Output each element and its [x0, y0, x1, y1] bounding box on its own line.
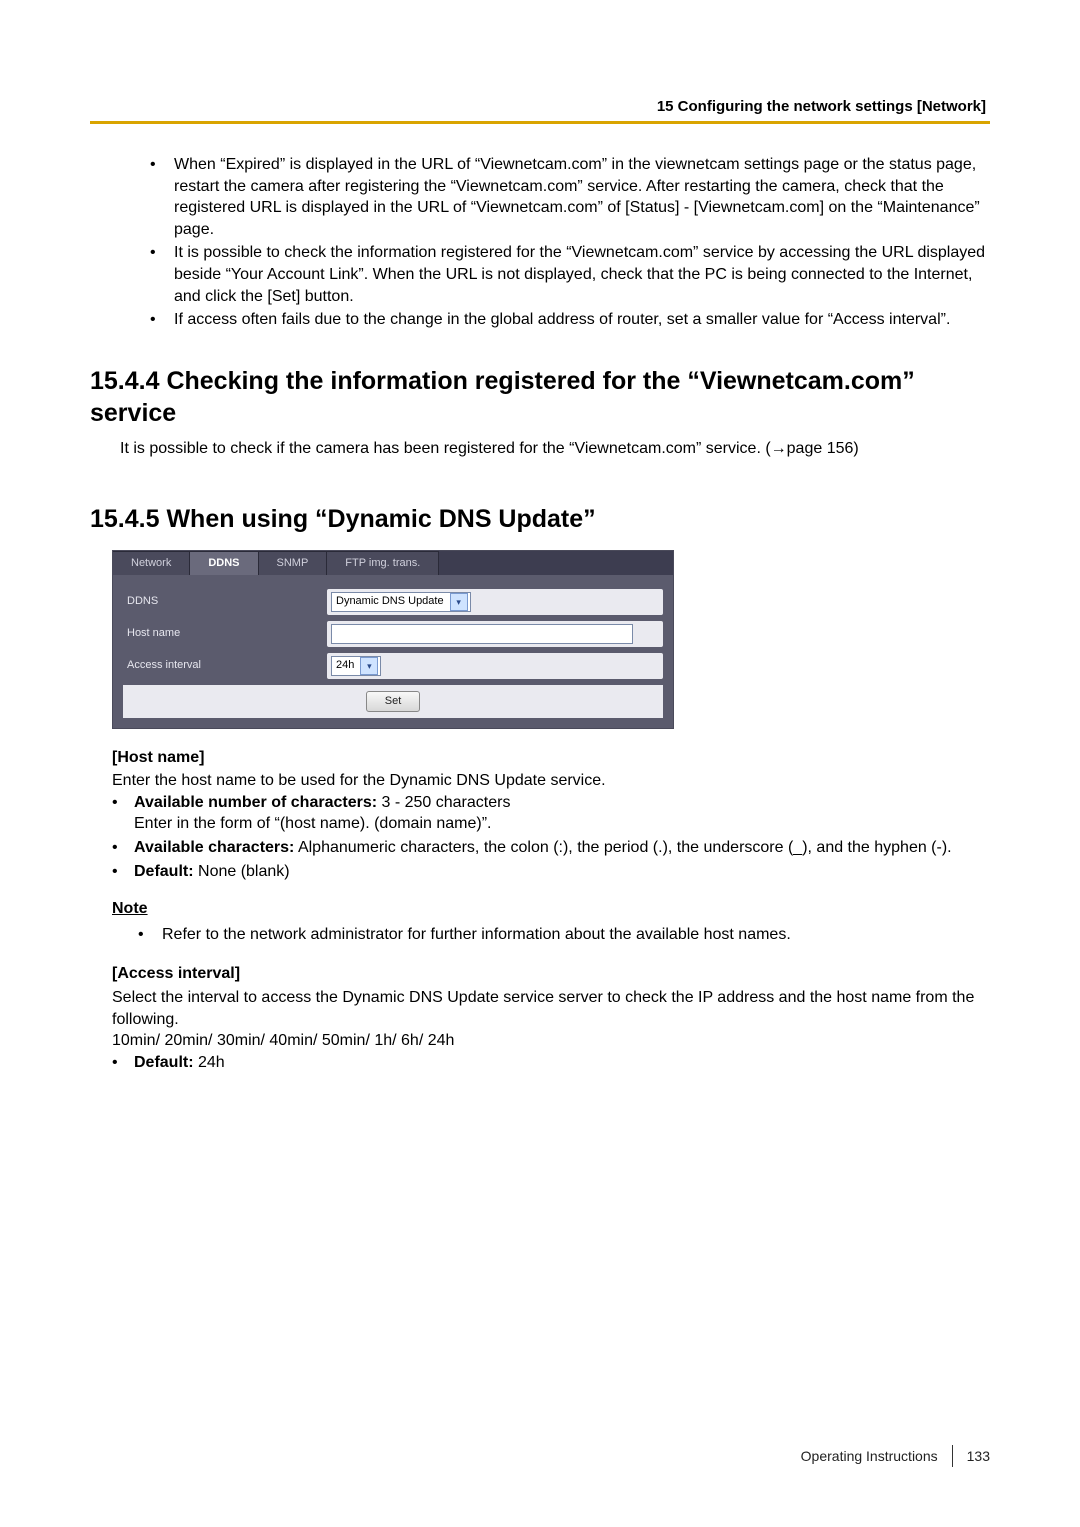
ddns-select[interactable]: Dynamic DNS Update ▾: [331, 592, 471, 612]
tab-ddns[interactable]: DDNS: [190, 551, 258, 575]
access-interval-desc: Select the interval to access the Dynami…: [112, 987, 990, 1030]
header-rule: [90, 121, 990, 124]
footer-doc-title: Operating Instructions: [801, 1448, 938, 1464]
set-button[interactable]: Set: [366, 691, 421, 712]
hostname-bullet: Default: None (blank): [112, 861, 990, 883]
bold-label: Default:: [134, 863, 194, 880]
hostname-bullet: Available number of characters: 3 - 250 …: [112, 792, 990, 835]
section-1544-para: It is possible to check if the camera ha…: [120, 438, 990, 460]
bold-label: Available number of characters:: [134, 794, 377, 811]
bullet-rest: None (blank): [194, 863, 290, 880]
tab-network[interactable]: Network: [113, 551, 190, 575]
access-interval-bullets: Default: 24h: [90, 1052, 990, 1074]
bullet-line2: Enter in the form of “(host name). (doma…: [134, 815, 491, 832]
ddns-select-value: Dynamic DNS Update: [336, 594, 444, 609]
hostname-bullet: Available characters: Alphanumeric chara…: [112, 837, 990, 859]
label-interval: Access interval: [123, 658, 327, 673]
section-1544-title: 15.4.4 Checking the information register…: [90, 365, 990, 430]
footer-divider: [952, 1445, 953, 1467]
intro-bullet: It is possible to check the information …: [150, 242, 990, 307]
hostname-bullets: Available number of characters: 3 - 250 …: [90, 792, 990, 882]
label-hostname: Host name: [123, 626, 327, 641]
bold-label: Available characters:: [134, 839, 294, 856]
ddns-settings-panel: Network DDNS SNMP FTP img. trans. DDNS D…: [112, 550, 674, 729]
hostname-input[interactable]: [331, 624, 633, 644]
section-1545-title: 15.4.5 When using “Dynamic DNS Update”: [90, 503, 990, 536]
bullet-rest: 3 - 250 characters: [377, 794, 510, 811]
hostname-desc: Enter the host name to be used for the D…: [112, 770, 990, 792]
intro-bullet-list: When “Expired” is displayed in the URL o…: [90, 154, 990, 331]
chevron-down-icon: ▾: [360, 657, 378, 675]
tab-ftp[interactable]: FTP img. trans.: [327, 551, 439, 575]
footer-page-number: 133: [967, 1448, 990, 1464]
access-interval-heading: [Access interval]: [112, 963, 990, 985]
settings-tabs: Network DDNS SNMP FTP img. trans.: [113, 551, 673, 575]
label-ddns: DDNS: [123, 594, 327, 609]
interval-select[interactable]: 24h ▾: [331, 656, 381, 676]
access-interval-bullet: Default: 24h: [112, 1052, 990, 1074]
tab-strip-filler: [439, 551, 673, 575]
interval-select-value: 24h: [336, 658, 354, 673]
bold-label: Default:: [134, 1054, 194, 1071]
bullet-rest: 24h: [194, 1054, 225, 1071]
note-bullet: Refer to the network administrator for f…: [138, 924, 990, 946]
tab-snmp[interactable]: SNMP: [259, 551, 328, 575]
bullet-rest: Alphanumeric characters, the colon (:), …: [294, 839, 951, 856]
page-header: 15 Configuring the network settings [Net…: [90, 98, 990, 115]
note-heading: Note: [112, 898, 990, 920]
intro-bullet: If access often fails due to the change …: [150, 309, 990, 331]
chevron-down-icon: ▾: [450, 593, 468, 611]
page-footer: Operating Instructions 133: [801, 1445, 990, 1467]
note-bullets: Refer to the network administrator for f…: [90, 924, 990, 946]
intro-bullet: When “Expired” is displayed in the URL o…: [150, 154, 990, 240]
access-interval-options: 10min/ 20min/ 30min/ 40min/ 50min/ 1h/ 6…: [112, 1030, 990, 1052]
hostname-heading: [Host name]: [112, 747, 990, 769]
